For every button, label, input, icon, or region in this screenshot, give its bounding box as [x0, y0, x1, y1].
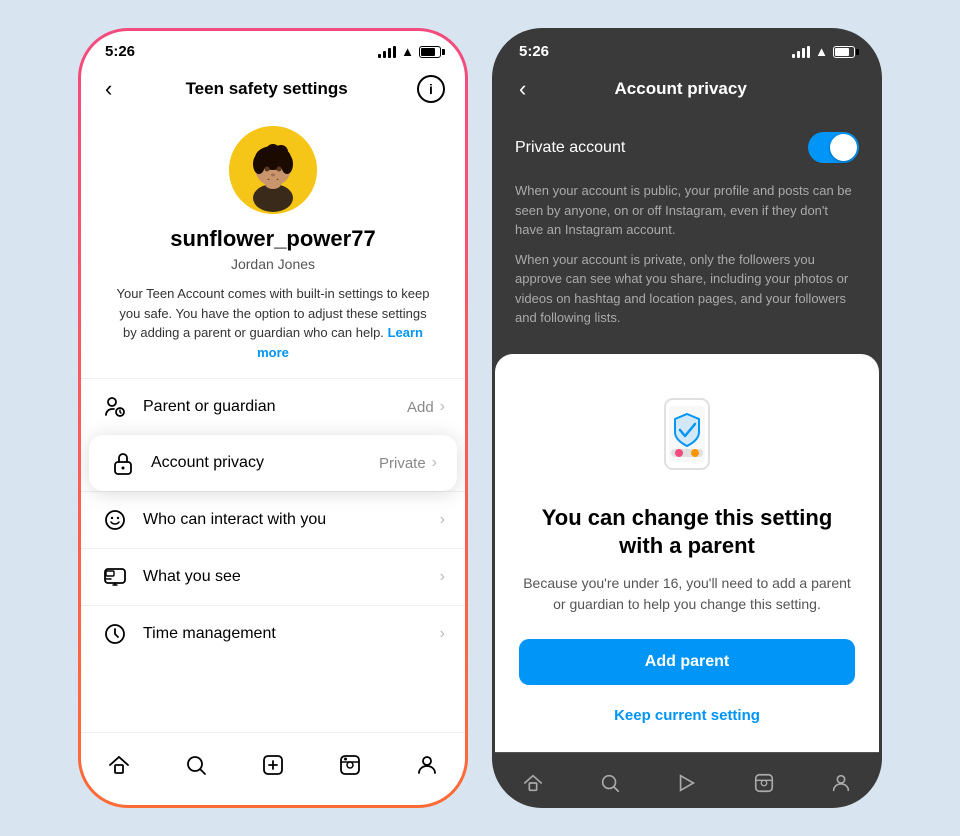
header-title-left: Teen safety settings: [186, 79, 348, 99]
what-you-see-chevron: ›: [440, 568, 445, 586]
add-parent-button[interactable]: Add parent: [519, 639, 855, 685]
info-button-left[interactable]: i: [417, 75, 445, 103]
private-description: When your account is private, only the f…: [515, 250, 859, 328]
private-account-toggle[interactable]: [808, 132, 859, 163]
time-left: 5:26: [105, 43, 135, 60]
right-phone: 5:26 ▲ ‹ Account privacy: [492, 28, 882, 808]
parent-modal-card: You can change this setting with a paren…: [495, 354, 879, 752]
right-header: ‹ Account privacy: [495, 64, 879, 118]
username: sunflower_power77: [170, 226, 375, 252]
guardian-label: Parent or guardian: [143, 398, 407, 416]
account-privacy-item[interactable]: Account privacy Private ›: [89, 435, 457, 491]
shop-nav-r[interactable]: [744, 763, 784, 803]
reels-nav[interactable]: [330, 745, 370, 785]
toggle-label: Private account: [515, 139, 625, 157]
modal-illustration: [637, 384, 737, 484]
status-bar-right: 5:26 ▲: [495, 31, 879, 64]
settings-list: Parent or guardian Add › Account privacy…: [81, 378, 465, 732]
wifi-icon: ▲: [401, 44, 414, 59]
profile-section: sunflower_power77 Jordan Jones Your Teen…: [81, 118, 465, 378]
status-icons-right: ▲: [792, 44, 855, 59]
search-nav[interactable]: [176, 745, 216, 785]
battery-icon-right: [833, 46, 855, 58]
time-management-item[interactable]: Time management ›: [81, 605, 465, 662]
keep-setting-button[interactable]: Keep current setting: [606, 699, 768, 732]
left-phone: 5:26 ▲ ‹ Teen safety settings i: [78, 28, 468, 808]
modal-description: Because you're under 16, you'll need to …: [519, 573, 855, 615]
reels-nav-r[interactable]: [667, 763, 707, 803]
status-bar-left: 5:26 ▲: [81, 31, 465, 64]
account-privacy-value: Private: [379, 455, 426, 472]
interact-icon: [101, 506, 129, 534]
lock-icon: [109, 449, 137, 477]
signal-icon-right: [792, 46, 810, 58]
time-management-label: Time management: [143, 625, 440, 643]
modal-title: You can change this setting with a paren…: [519, 504, 855, 561]
toggle-knob: [830, 134, 857, 161]
real-name: Jordan Jones: [231, 256, 315, 272]
profile-description: Your Teen Account comes with built-in se…: [101, 284, 445, 362]
profile-nav-r[interactable]: [821, 763, 861, 803]
account-privacy-chevron: ›: [432, 454, 437, 472]
guardian-chevron: ›: [440, 398, 445, 416]
interact-label: Who can interact with you: [143, 511, 440, 529]
status-icons-left: ▲: [378, 44, 441, 59]
interact-setting-item[interactable]: Who can interact with you ›: [81, 491, 465, 548]
guardian-icon: [101, 393, 129, 421]
home-nav[interactable]: [99, 745, 139, 785]
time-management-chevron: ›: [440, 625, 445, 643]
see-icon: [101, 563, 129, 591]
signal-icon: [378, 46, 396, 58]
bottom-nav-right: [495, 752, 879, 808]
right-content-area: Private account When your account is pub…: [495, 118, 879, 752]
what-you-see-item[interactable]: What you see ›: [81, 548, 465, 605]
what-you-see-label: What you see: [143, 568, 440, 586]
back-button-left[interactable]: ‹: [101, 72, 116, 106]
public-description: When your account is public, your profil…: [515, 181, 859, 240]
privacy-toggle-row: Private account: [495, 118, 879, 177]
create-nav[interactable]: [253, 745, 293, 785]
home-nav-r[interactable]: [513, 763, 553, 803]
left-header: ‹ Teen safety settings i: [81, 64, 465, 118]
account-privacy-label: Account privacy: [151, 454, 379, 472]
header-title-right: Account privacy: [615, 79, 747, 99]
search-nav-r[interactable]: [590, 763, 630, 803]
privacy-description: When your account is public, your profil…: [495, 177, 879, 354]
back-button-right[interactable]: ‹: [515, 72, 530, 106]
wifi-icon-right: ▲: [815, 44, 828, 59]
profile-nav[interactable]: [407, 745, 447, 785]
time-icon: [101, 620, 129, 648]
interact-chevron: ›: [440, 511, 445, 529]
avatar: [229, 126, 317, 214]
time-right: 5:26: [519, 43, 549, 60]
guardian-setting-item[interactable]: Parent or guardian Add ›: [81, 378, 465, 435]
battery-icon: [419, 46, 441, 58]
guardian-value: Add: [407, 399, 434, 416]
avatar-image: [229, 126, 317, 214]
bottom-nav-left: [81, 732, 465, 805]
